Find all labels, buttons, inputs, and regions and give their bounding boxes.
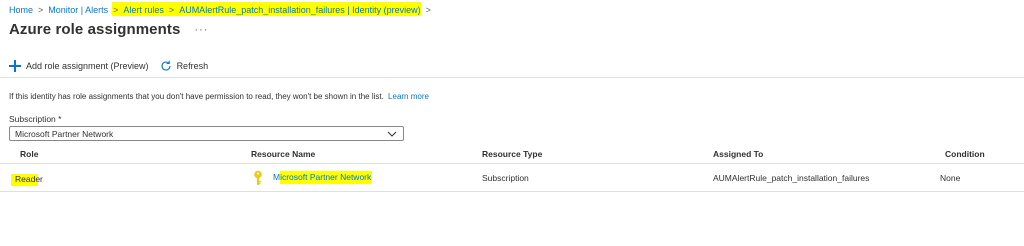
breadcrumb-monitor-alerts[interactable]: Monitor | Alerts xyxy=(48,5,108,15)
chevron-down-icon xyxy=(387,131,397,137)
cell-assigned-to: AUMAlertRule_patch_installation_failures xyxy=(713,173,870,183)
column-header-resource-type: Resource Type xyxy=(482,149,543,159)
add-role-assignment-label: Add role assignment (Preview) xyxy=(26,61,149,71)
cell-resource-name[interactable]: Microsoft Partner Network xyxy=(273,172,371,182)
key-icon xyxy=(254,170,262,185)
subscription-value: Microsoft Partner Network xyxy=(15,128,114,139)
chevron-right-icon: > xyxy=(425,4,431,15)
cell-resource-type: Subscription xyxy=(482,173,529,183)
table-row[interactable]: Reader Microsoft Partner Network Subscri… xyxy=(0,164,1024,192)
info-text: If this identity has role assignments th… xyxy=(9,92,384,101)
chevron-right-icon: > xyxy=(113,4,119,15)
column-header-assigned-to: Assigned To xyxy=(713,149,764,159)
learn-more-link[interactable]: Learn more xyxy=(388,92,429,101)
cell-condition: None xyxy=(940,173,961,183)
cell-role: Reader xyxy=(15,174,43,184)
title-row: Azure role assignments ··· xyxy=(9,21,208,38)
plus-icon xyxy=(9,60,21,72)
table-header: Role Resource Name Resource Type Assigne… xyxy=(0,146,1024,163)
table-row-divider xyxy=(0,191,1024,192)
chevron-right-icon: > xyxy=(168,4,175,15)
info-message: If this identity has role assignments th… xyxy=(9,92,429,101)
refresh-label: Refresh xyxy=(176,61,209,71)
more-options-icon[interactable]: ··· xyxy=(194,24,208,36)
toolbar-divider xyxy=(0,77,1024,78)
breadcrumb-alert-rules[interactable]: Alert rules xyxy=(123,5,164,15)
column-header-resource-name: Resource Name xyxy=(251,149,316,159)
page-title: Azure role assignments xyxy=(9,21,181,38)
subscription-label: Subscription * xyxy=(9,114,62,124)
breadcrumb-home[interactable]: Home xyxy=(9,5,33,15)
breadcrumb: Home > Monitor | Alerts > Alert rules > … xyxy=(9,2,436,17)
chevron-right-icon: > xyxy=(38,4,44,15)
column-header-condition: Condition xyxy=(945,149,985,159)
refresh-icon xyxy=(160,60,172,72)
toolbar: Add role assignment (Preview) Refresh xyxy=(9,60,219,72)
column-header-role: Role xyxy=(20,149,39,159)
refresh-button[interactable]: Refresh xyxy=(160,60,209,72)
breadcrumb-alert-rule-identity[interactable]: AUMAlertRule_patch_installation_failures… xyxy=(179,5,420,15)
subscription-dropdown[interactable]: Microsoft Partner Network xyxy=(9,126,404,141)
add-role-assignment-button[interactable]: Add role assignment (Preview) xyxy=(9,60,149,72)
